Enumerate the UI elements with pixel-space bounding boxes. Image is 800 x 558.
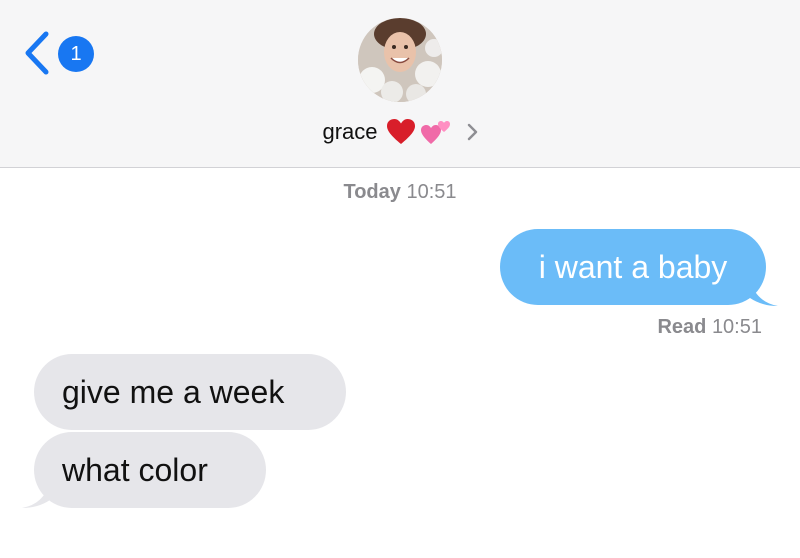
chevron-right-icon bbox=[467, 123, 477, 141]
received-bubble-tail bbox=[22, 482, 50, 508]
sent-bubble-tail bbox=[750, 280, 778, 306]
message-text: i want a baby bbox=[538, 249, 728, 285]
message-text: give me a week bbox=[62, 374, 285, 410]
read-receipt: Read 10:51 bbox=[657, 316, 762, 339]
received-message-bubble[interactable]: give me a week bbox=[34, 354, 346, 430]
received-message-bubble[interactable]: what color bbox=[34, 432, 266, 508]
contact-name: grace bbox=[322, 119, 378, 144]
contact-avatar[interactable] bbox=[358, 18, 442, 102]
avatar-photo bbox=[358, 18, 442, 102]
two-hearts-icon bbox=[420, 121, 450, 144]
contact-details-link[interactable]: grace bbox=[0, 115, 800, 149]
message-text: what color bbox=[62, 452, 208, 488]
message-timestamp: Today 10:51 bbox=[0, 181, 800, 204]
chevron-left-icon bbox=[25, 31, 49, 75]
receipt-label: Read bbox=[657, 316, 707, 338]
timestamp-day: Today bbox=[343, 181, 401, 203]
timestamp-time: 10:51 bbox=[406, 181, 457, 203]
sent-message-bubble[interactable]: i want a baby bbox=[500, 229, 766, 305]
conversation-header: 1 grace bbox=[0, 0, 800, 168]
unread-count-badge: 1 bbox=[58, 36, 94, 72]
receipt-time: 10:51 bbox=[711, 316, 762, 338]
back-button[interactable]: 1 bbox=[22, 30, 102, 76]
red-heart-icon bbox=[386, 119, 415, 144]
